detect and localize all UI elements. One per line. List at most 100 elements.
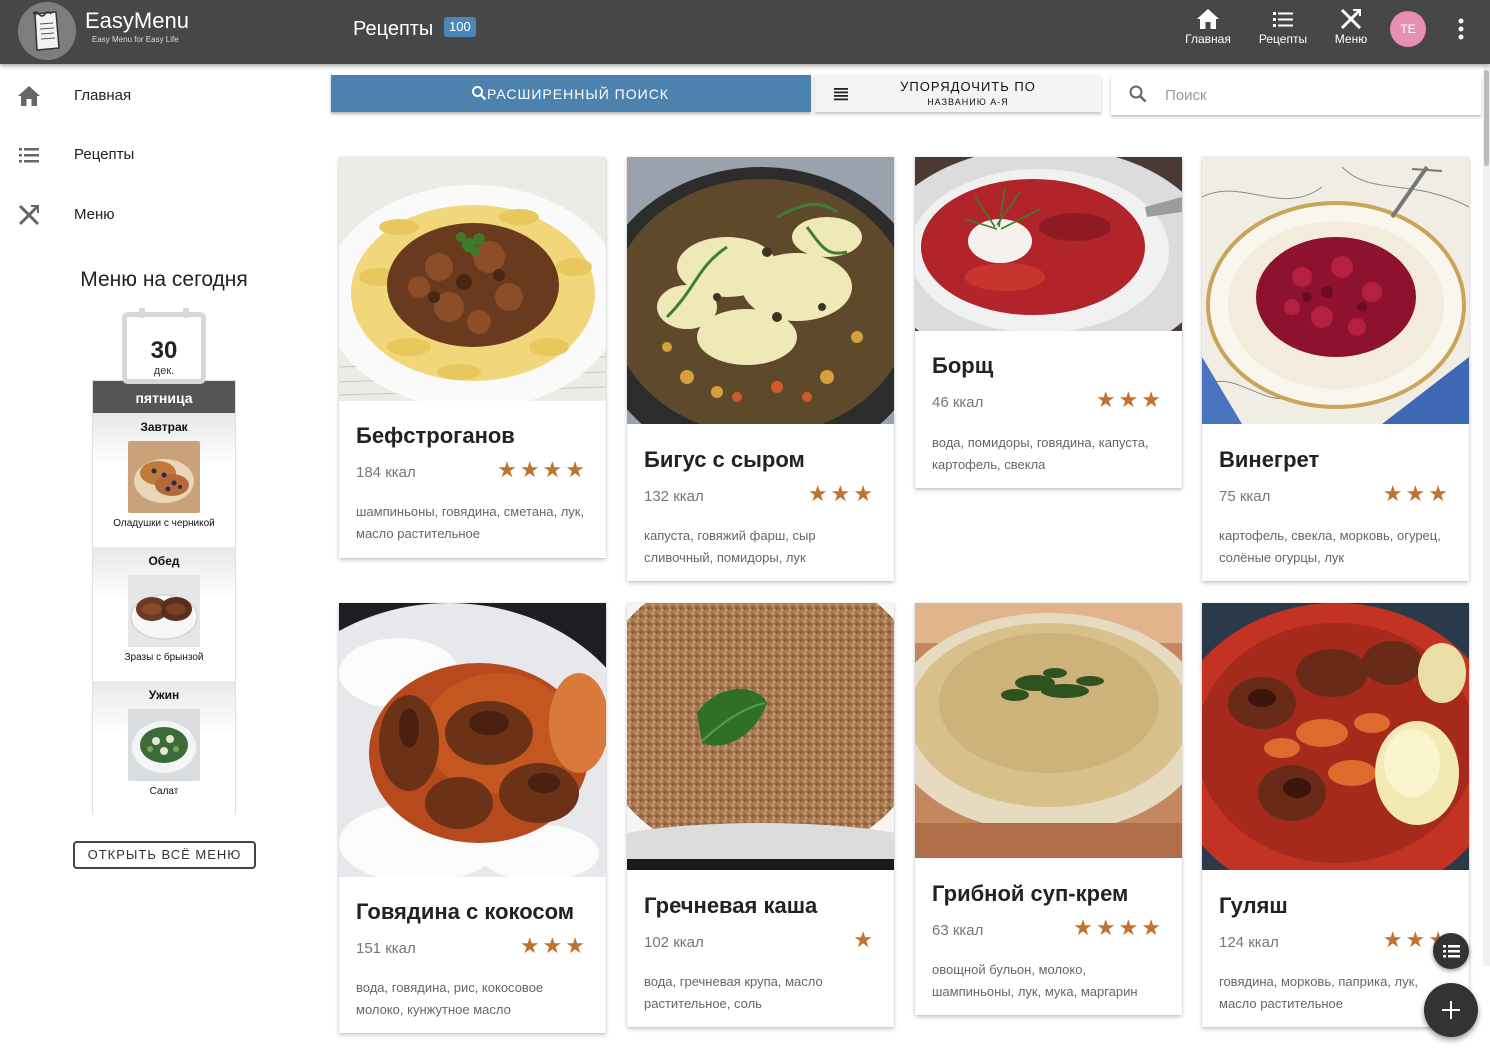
recipe-rating-stars: ★★★★ bbox=[1073, 915, 1164, 940]
advanced-search-label: РАСШИРЕННЫЙ ПОИСК bbox=[487, 86, 669, 102]
recipe-calories: 151 ккал bbox=[356, 940, 416, 957]
recipe-count-badge: 100 bbox=[444, 17, 476, 37]
nav-menu-label: Меню bbox=[1334, 32, 1368, 46]
recipe-image bbox=[249, 603, 649, 943]
recipe-image bbox=[1166, 603, 1490, 903]
weekday-label: пятница bbox=[93, 381, 235, 413]
search-box bbox=[1111, 75, 1481, 115]
sort-button[interactable]: УПОРЯДОЧИТЬ ПО НАЗВАНИЮ А-Я bbox=[815, 75, 1101, 112]
search-input[interactable] bbox=[1165, 81, 1465, 109]
recipe-card[interactable]: Грибной суп-крем 63 ккал ★★★★ овощной бу… bbox=[889, 603, 1209, 1015]
recipe-rating-stars: ★★★★ bbox=[497, 457, 588, 482]
recipe-calories: 63 ккал bbox=[932, 922, 984, 939]
recipe-name: Бигус с сыром bbox=[644, 447, 805, 472]
sidebar-item-label: Меню bbox=[74, 206, 115, 223]
recipe-name: Винегрет bbox=[1219, 447, 1320, 472]
sort-value: НАЗВАНИЮ А-Я bbox=[927, 97, 1009, 107]
sidebar-item-menu[interactable]: Меню bbox=[0, 191, 300, 239]
recipe-ingredients: вода, гречневая крупа, масло растительно… bbox=[644, 974, 823, 1011]
utensils-icon bbox=[1340, 8, 1362, 30]
recipe-card[interactable]: Бигус с сыром 132 ккал ★★★ капуста, говя… bbox=[591, 157, 931, 581]
calendar-ring bbox=[183, 308, 189, 318]
recipe-ingredients: вода, помидоры, говядина, капуста, карто… bbox=[932, 435, 1149, 472]
meal-dinner[interactable]: Ужин Салат bbox=[93, 681, 235, 815]
recipe-name: Грибной суп-крем bbox=[932, 881, 1129, 906]
calendar-date: 30 дек. bbox=[122, 308, 206, 384]
top-app-bar: EasyMenu Easy Menu for Easy Life Рецепты… bbox=[0, 0, 1490, 64]
recipe-ingredients: шампиньоны, говядина, сметана, лук, масл… bbox=[356, 504, 585, 541]
plus-icon bbox=[1442, 1001, 1460, 1019]
recipe-name: Гуляш bbox=[1219, 893, 1288, 918]
recipe-rating-stars: ★★★ bbox=[1095, 387, 1164, 412]
recipe-image bbox=[581, 563, 941, 883]
meal-dish: Оладушки с черникой bbox=[113, 518, 215, 529]
calendar-month: дек. bbox=[153, 365, 175, 377]
nav-recipes[interactable]: Рецепты bbox=[1254, 8, 1312, 56]
nav-home[interactable]: Главная bbox=[1180, 8, 1236, 56]
recipe-card[interactable]: Винегрет 75 ккал ★★★ картофель, свекла, … bbox=[1201, 157, 1470, 581]
list-icon bbox=[19, 148, 39, 163]
recipe-ingredients: говядина, морковь, паприка, лук, масло р… bbox=[1219, 974, 1418, 1011]
meal-thumbnail bbox=[128, 441, 200, 513]
recipe-card[interactable]: Борщ 46 ккал ★★★ вода, помидоры, говядин… bbox=[875, 147, 1215, 488]
recipe-card[interactable]: Гречневая каша 102 ккал ★ вода, гречнева… bbox=[581, 563, 941, 1027]
sidebar-item-recipes[interactable]: Рецепты bbox=[0, 131, 300, 179]
meal-name: Завтрак bbox=[140, 420, 188, 434]
nav-home-label: Главная bbox=[1185, 32, 1231, 46]
more-vert-icon bbox=[1458, 18, 1464, 40]
utensils-icon bbox=[18, 204, 40, 226]
list-icon bbox=[1273, 12, 1293, 27]
app-logo[interactable] bbox=[18, 2, 76, 60]
today-menu-card: пятница Завтрак Оладушки с черникой Обед… bbox=[92, 380, 236, 815]
recipe-rating-stars: ★★★ bbox=[807, 481, 876, 506]
recipe-card[interactable]: Гуляш 124 ккал ★★★ говядина, морковь, па… bbox=[1166, 603, 1490, 1027]
recipe-calories: 124 ккал bbox=[1219, 934, 1279, 951]
meal-breakfast[interactable]: Завтрак Оладушки с черникой bbox=[93, 413, 235, 547]
page-title: Рецепты bbox=[353, 18, 434, 40]
recipe-calories: 102 ккал bbox=[644, 934, 704, 951]
recipe-image bbox=[591, 157, 931, 467]
recipe-name: Борщ bbox=[932, 353, 994, 378]
more-options-button[interactable] bbox=[1448, 16, 1474, 44]
recipe-ingredients: капуста, говяжий фарш, сыр сливочный, по… bbox=[644, 528, 816, 565]
search-icon bbox=[472, 86, 487, 101]
user-avatar[interactable]: TE bbox=[1390, 11, 1426, 47]
meal-dish: Зразы с брынзой bbox=[124, 652, 204, 663]
list-view-fab[interactable] bbox=[1433, 933, 1469, 969]
nav-recipes-label: Рецепты bbox=[1258, 32, 1308, 46]
sidebar-item-label: Главная bbox=[74, 87, 132, 104]
recipe-image bbox=[889, 603, 1209, 858]
today-menu-title: Меню на сегодня bbox=[80, 268, 248, 291]
calendar-day: 30 bbox=[150, 337, 178, 364]
page-scrollbar[interactable] bbox=[1483, 66, 1490, 966]
meal-thumbnail bbox=[128, 575, 200, 647]
recipe-card[interactable]: Бефстроганов 184 ккал ★★★★ шампиньоны, г… bbox=[323, 157, 623, 558]
recipe-ingredients: овощной бульон, молоко, шампиньоны, лук,… bbox=[932, 962, 1138, 999]
recipe-card[interactable]: Говядина с кокосом 151 ккал ★★★ вода, го… bbox=[249, 603, 649, 1033]
recipe-rating-stars: ★★★ bbox=[519, 933, 588, 958]
search-icon bbox=[1129, 85, 1147, 103]
sort-label: УПОРЯДОЧИТЬ ПО bbox=[900, 79, 1036, 94]
meal-lunch[interactable]: Обед Зразы с брынзой bbox=[93, 547, 235, 681]
list-icon bbox=[1443, 945, 1460, 958]
meal-thumbnail bbox=[128, 709, 200, 781]
nav-menu[interactable]: Меню bbox=[1328, 8, 1374, 56]
advanced-search-button[interactable]: РАСШИРЕННЫЙ ПОИСК bbox=[331, 75, 811, 112]
meal-dish: Салат bbox=[149, 786, 179, 797]
recipe-name: Говядина с кокосом bbox=[356, 899, 575, 924]
recipe-calories: 184 ккал bbox=[356, 464, 416, 481]
recipe-image bbox=[323, 157, 623, 409]
recipe-rating-stars: ★★★ bbox=[1382, 481, 1451, 506]
sidebar-item-home[interactable]: Главная bbox=[0, 72, 300, 120]
recipe-calories: 46 ккал bbox=[932, 394, 984, 411]
recipe-name: Гречневая каша bbox=[644, 893, 818, 918]
open-full-menu-button[interactable]: ОТКРЫТЬ ВСЁ МЕНЮ bbox=[73, 841, 256, 869]
recipe-rating-stars: ★ bbox=[853, 927, 876, 952]
recipe-image bbox=[1201, 157, 1470, 424]
app-tagline: Easy Menu for Easy Life bbox=[92, 35, 179, 44]
app-name: EasyMenu bbox=[85, 8, 189, 33]
home-icon bbox=[18, 86, 40, 106]
scrollbar-thumb[interactable] bbox=[1484, 70, 1489, 166]
add-recipe-fab[interactable] bbox=[1424, 983, 1478, 1037]
recipe-calories: 132 ккал bbox=[644, 488, 704, 505]
